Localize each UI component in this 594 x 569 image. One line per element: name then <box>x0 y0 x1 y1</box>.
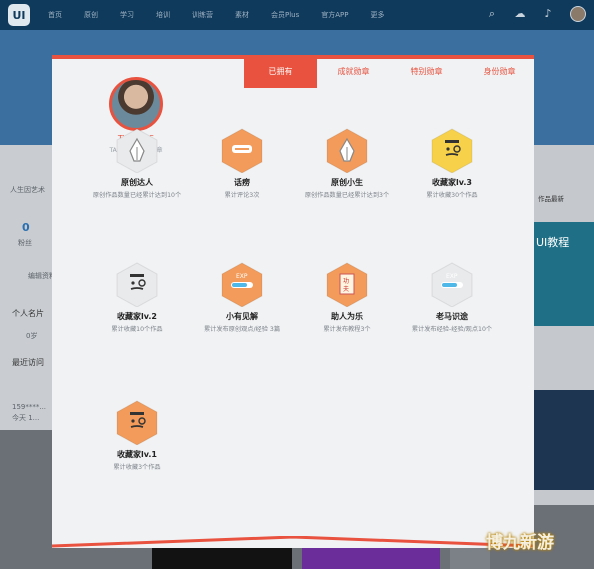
ui-tutorial-label: UI教程 <box>536 236 570 249</box>
left-sidebar: 人生因艺术 0 粉丝 编辑资料 个人名片 0岁 最近访问 159****... … <box>0 145 56 430</box>
badge-name: 收藏家lv.2 <box>117 312 157 321</box>
nav-item[interactable]: 官方APP <box>321 10 348 20</box>
badge-item[interactable]: 话痨累计评论3次 <box>192 127 292 200</box>
badge-item[interactable]: 原创达人原创作品数量已经累计达到10个 <box>87 127 187 200</box>
badge-name: 原创小生 <box>331 178 363 187</box>
card-title: 个人名片 <box>12 309 44 318</box>
visit-time: 今天 1... <box>12 414 40 422</box>
nav-item[interactable]: 原创 <box>84 10 98 20</box>
bottom-card-2[interactable] <box>302 548 440 569</box>
badge-tabs: 已拥有 成就勋章 特别勋章 身份勋章 <box>244 55 536 88</box>
site-logo[interactable]: UI <box>8 4 30 26</box>
nav-item[interactable]: 素材 <box>235 10 249 20</box>
ui-tutorial-card[interactable]: UI教程 <box>534 222 594 326</box>
badge-item[interactable]: 功夫助人为乐累计发布教程3个 <box>297 261 397 334</box>
badge-desc: 原创作品数量已经累计达到3个 <box>304 192 390 199</box>
fans-label: 粉丝 <box>18 239 32 247</box>
badge-item[interactable]: 收藏家lv.1 累计收藏3个作品 <box>87 399 187 472</box>
badge-name: 话痨 <box>234 178 250 187</box>
modal-bottom-accent <box>52 536 534 548</box>
badge-name: 助人为乐 <box>331 312 363 321</box>
bottom-card-3[interactable] <box>450 548 490 569</box>
bell-icon[interactable]: ♪ <box>542 8 554 20</box>
tab-3[interactable]: 身份勋章 <box>463 55 536 88</box>
dark-thumbnail[interactable] <box>534 390 594 490</box>
nav-item[interactable]: 训练营 <box>192 10 213 20</box>
svg-text:夫: 夫 <box>343 285 349 293</box>
search-icon[interactable]: ⌕ <box>486 8 498 20</box>
top-icons: ⌕ ☁ ♪ <box>486 6 586 22</box>
badge-desc: 累计收藏3个作品 <box>113 464 161 471</box>
fans-count: 0 <box>22 221 30 234</box>
cloud-upload-icon[interactable]: ☁ <box>514 8 526 20</box>
bottom-card-1[interactable] <box>152 548 292 569</box>
nav-item[interactable]: 培训 <box>156 10 170 20</box>
sort-latest[interactable]: 作品最新 <box>538 193 564 203</box>
badge-desc: 累计发布教程3个 <box>323 326 371 333</box>
badge-name: 老马识途 <box>436 312 468 321</box>
badge-item[interactable]: EXP 老马识途累计发布经验-经验/观点10个 <box>402 261 502 334</box>
profile-avatar <box>109 77 163 131</box>
nav-item[interactable]: 首页 <box>48 10 62 20</box>
scroll-icon: 功夫 <box>324 261 370 307</box>
badge-desc: 累计发布经验-经验/观点10个 <box>411 326 493 333</box>
monocle-face-icon <box>114 261 160 307</box>
badge-desc: 原创作品数量已经累计达到10个 <box>92 192 182 199</box>
main-nav: 首页 原创 学习 培训 训练营 素材 会员Plus 官方APP 更多 <box>48 10 406 20</box>
recent-visit-title: 最近访问 <box>12 358 44 367</box>
badge-name: 收藏家lv.1 <box>117 450 157 459</box>
pen-nib-icon <box>114 127 160 173</box>
badge-modal: 已拥有成就勋章特别勋章身份勋章 Tiffany_S TA已经获得0枚勋章 原创达… <box>52 55 534 548</box>
tab-2[interactable]: 特别勋章 <box>390 55 463 88</box>
badge-desc: 累计发布原创观点/经验 3篇 <box>203 326 281 333</box>
badge-item[interactable]: 收藏家lv.3 累计收藏30个作品 <box>402 127 502 200</box>
badge-desc: 累计收藏30个作品 <box>426 192 478 199</box>
top-nav-bar: UI 首页 原创 学习 培训 训练营 素材 会员Plus 官方APP 更多 ⌕ ☁ ♪ <box>0 0 594 30</box>
bio-text: 人生因艺术 <box>10 186 45 194</box>
svg-text:EXP: EXP <box>446 273 458 280</box>
badge-name: 原创达人 <box>121 178 153 187</box>
badge-item[interactable]: 收藏家lv.2 累计收藏10个作品 <box>87 261 187 334</box>
badge-desc: 累计评论3次 <box>224 192 260 199</box>
badge-desc: 累计收藏10个作品 <box>111 326 163 333</box>
exp-bar-icon: EXP <box>219 261 265 307</box>
nav-item[interactable]: 学习 <box>120 10 134 20</box>
tab-0[interactable]: 已拥有 <box>244 55 317 88</box>
badge-name: 收藏家lv.3 <box>432 178 472 187</box>
badge-item[interactable]: 原创小生原创作品数量已经累计达到3个 <box>297 127 397 200</box>
user-avatar[interactable] <box>570 6 586 22</box>
nav-item[interactable]: 更多 <box>370 10 384 20</box>
pen-nib-icon <box>324 127 370 173</box>
exp-bar-icon: EXP <box>429 261 475 307</box>
visitor-name[interactable]: 159****... <box>12 403 46 411</box>
tab-1[interactable]: 成就勋章 <box>317 55 390 88</box>
badge-item[interactable]: EXP 小有见解累计发布原创观点/经验 3篇 <box>192 261 292 334</box>
monocle-face-icon <box>429 127 475 173</box>
badge-name: 小有见解 <box>226 312 258 321</box>
svg-text:EXP: EXP <box>236 273 248 280</box>
chat-bubble-icon <box>219 127 265 173</box>
svg-text:功: 功 <box>343 277 349 285</box>
watermark-text: 博九新游 <box>486 533 554 553</box>
age-text: 0岁 <box>26 332 38 340</box>
nav-item[interactable]: 会员Plus <box>271 10 299 20</box>
monocle-face-icon <box>114 399 160 445</box>
